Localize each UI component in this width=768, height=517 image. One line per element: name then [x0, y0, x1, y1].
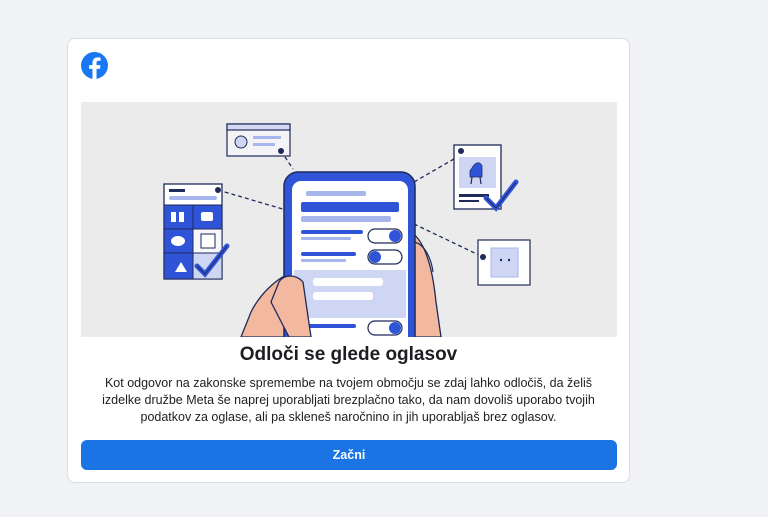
consent-card: Odloči se glede oglasov Kot odgovor na z…	[67, 38, 630, 483]
profile-card-graphic	[226, 123, 291, 157]
dialog-title: Odloči se glede oglasov	[239, 344, 458, 365]
facebook-logo-icon	[81, 52, 108, 79]
box-card-graphic	[477, 239, 531, 286]
dialog-description: Kot odgovor na zakonske spremembe na tvo…	[102, 376, 595, 424]
product-grid-graphic	[163, 183, 230, 280]
chair-card-graphic	[453, 144, 519, 212]
ads-illustration-graphic	[163, 123, 531, 337]
start-button[interactable]: Začni	[81, 440, 617, 470]
ads-choice-illustration	[81, 102, 617, 337]
